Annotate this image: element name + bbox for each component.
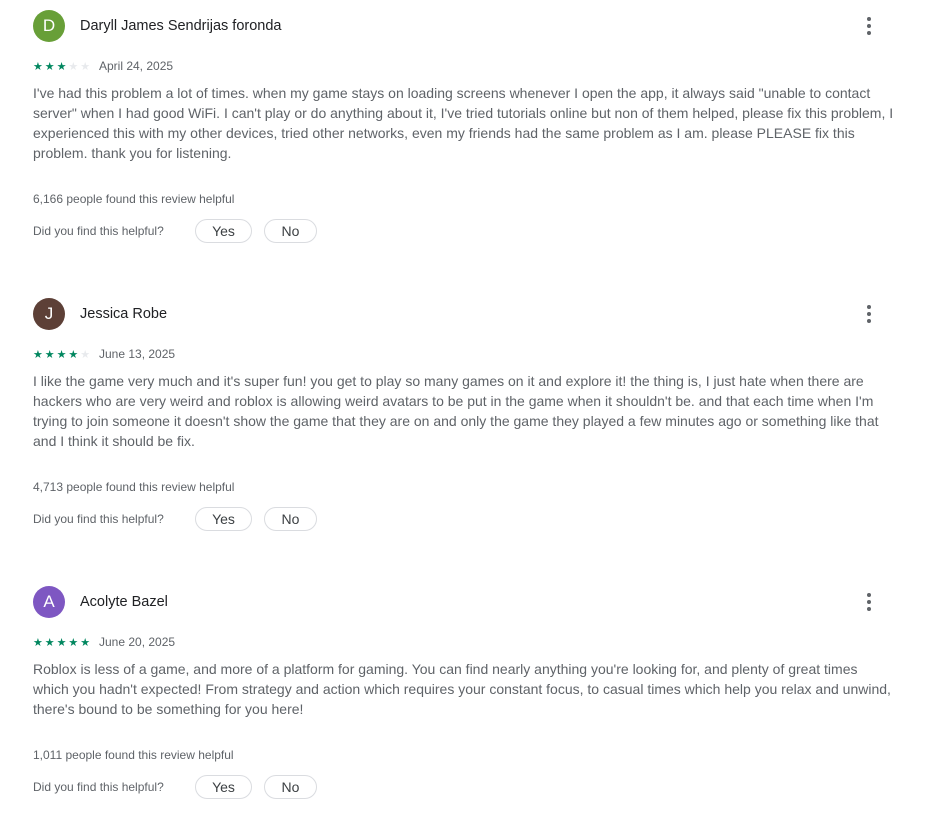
avatar: J bbox=[33, 298, 65, 330]
star-filled-icon: ★ bbox=[33, 347, 43, 361]
helpful-feedback: Did you find this helpful? Yes No bbox=[33, 507, 317, 531]
yes-button[interactable]: Yes bbox=[195, 219, 252, 243]
rating-row: ★ ★ ★ ★ ★ June 13, 2025 bbox=[33, 347, 175, 361]
review-text: I've had this problem a lot of times. wh… bbox=[33, 85, 894, 161]
star-filled-icon: ★ bbox=[68, 635, 79, 649]
helpful-question: Did you find this helpful? bbox=[33, 224, 164, 238]
helpful-count: 1,011 people found this review helpful bbox=[33, 748, 234, 762]
yes-button[interactable]: Yes bbox=[195, 775, 252, 799]
review-text: I like the game very much and it's super… bbox=[33, 373, 879, 449]
no-button[interactable]: No bbox=[264, 507, 317, 531]
reviewer-name: Jessica Robe bbox=[80, 306, 168, 322]
avatar: D bbox=[33, 10, 65, 42]
star-rating: ★ ★ ★ ★ ★ bbox=[33, 637, 92, 648]
star-empty-icon: ★ bbox=[68, 59, 79, 73]
helpful-feedback: Did you find this helpful? Yes No bbox=[33, 775, 317, 799]
rating-row: ★ ★ ★ ★ ★ April 24, 2025 bbox=[33, 59, 173, 73]
star-filled-icon: ★ bbox=[80, 635, 91, 649]
no-button[interactable]: No bbox=[264, 775, 317, 799]
star-filled-icon: ★ bbox=[56, 635, 67, 649]
avatar: A bbox=[33, 586, 65, 618]
star-rating: ★ ★ ★ ★ ★ bbox=[33, 61, 92, 72]
more-vert-icon[interactable] bbox=[857, 298, 881, 330]
review-header: A Acolyte Bazel bbox=[33, 586, 168, 618]
helpful-count: 6,166 people found this review helpful bbox=[33, 192, 235, 206]
review-header: J Jessica Robe bbox=[33, 298, 167, 330]
star-filled-icon: ★ bbox=[44, 59, 55, 73]
review-date: June 20, 2025 bbox=[98, 635, 176, 649]
star-filled-icon: ★ bbox=[56, 347, 67, 361]
more-vert-icon[interactable] bbox=[857, 10, 881, 42]
more-vert-icon[interactable] bbox=[857, 586, 881, 618]
helpful-question: Did you find this helpful? bbox=[33, 512, 164, 526]
helpful-question: Did you find this helpful? bbox=[33, 780, 164, 794]
star-rating: ★ ★ ★ ★ ★ bbox=[33, 349, 92, 360]
review-header: D Daryll James Sendrijas foronda bbox=[33, 10, 281, 42]
star-filled-icon: ★ bbox=[44, 635, 55, 649]
helpful-count: 4,713 people found this review helpful bbox=[33, 480, 235, 494]
star-filled-icon: ★ bbox=[33, 635, 43, 649]
reviewer-name: Daryll James Sendrijas foronda bbox=[80, 18, 282, 34]
star-filled-icon: ★ bbox=[44, 347, 55, 361]
star-filled-icon: ★ bbox=[68, 347, 79, 361]
star-empty-icon: ★ bbox=[80, 347, 91, 361]
review-date: April 24, 2025 bbox=[98, 59, 174, 73]
helpful-feedback: Did you find this helpful? Yes No bbox=[33, 219, 317, 243]
star-empty-icon: ★ bbox=[80, 59, 91, 73]
no-button[interactable]: No bbox=[264, 219, 317, 243]
star-filled-icon: ★ bbox=[56, 59, 67, 73]
star-filled-icon: ★ bbox=[33, 59, 43, 73]
reviewer-name: Acolyte Bazel bbox=[80, 594, 168, 610]
rating-row: ★ ★ ★ ★ ★ June 20, 2025 bbox=[33, 635, 175, 649]
review-date: June 13, 2025 bbox=[98, 347, 176, 361]
review-text: Roblox is less of a game, and more of a … bbox=[33, 661, 891, 717]
yes-button[interactable]: Yes bbox=[195, 507, 252, 531]
